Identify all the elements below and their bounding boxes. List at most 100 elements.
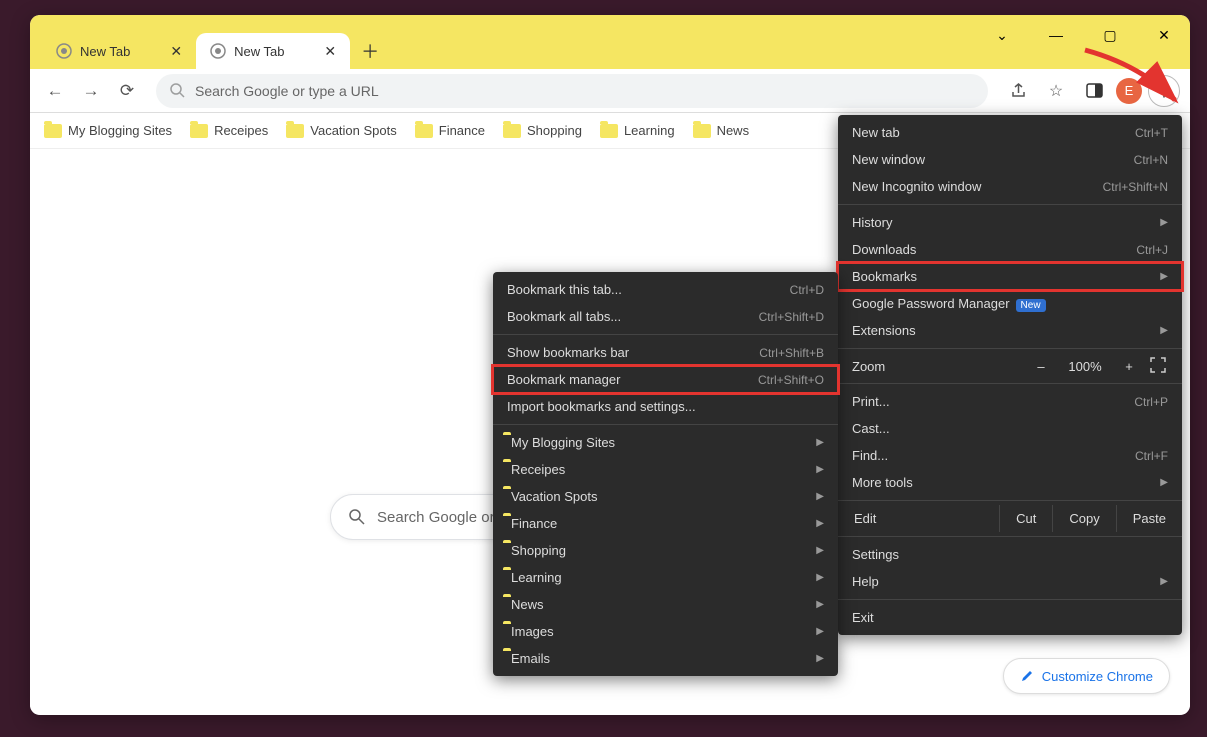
back-button[interactable]: ← xyxy=(40,76,70,106)
chevron-right-icon: ▶ xyxy=(816,653,824,664)
chevron-right-icon: ▶ xyxy=(1160,576,1168,587)
menu-item-help[interactable]: Help▶ xyxy=(838,568,1182,595)
chevron-right-icon: ▶ xyxy=(816,518,824,529)
search-icon xyxy=(170,83,185,98)
menu-item-downloads[interactable]: DownloadsCtrl+J xyxy=(838,236,1182,263)
chevron-right-icon: ▶ xyxy=(1160,217,1168,228)
submenu-item-bookmark-this-tab[interactable]: Bookmark this tab...Ctrl+D xyxy=(493,276,838,303)
submenu-folder[interactable]: Vacation Spots▶ xyxy=(493,483,838,510)
share-icon[interactable] xyxy=(1002,75,1034,107)
minimize-button[interactable]: — xyxy=(1036,21,1076,49)
search-placeholder: Search Google or ty xyxy=(377,509,510,526)
close-window-button[interactable]: ✕ xyxy=(1144,21,1184,49)
zoom-value: 100% xyxy=(1062,359,1108,374)
fullscreen-icon[interactable] xyxy=(1150,357,1168,375)
tab-0[interactable]: New Tab ✕ xyxy=(42,33,196,69)
paste-button[interactable]: Paste xyxy=(1117,505,1182,532)
bookmark-folder[interactable]: Vacation Spots xyxy=(286,123,396,138)
chevron-right-icon: ▶ xyxy=(816,545,824,556)
submenu-folder[interactable]: Emails▶ xyxy=(493,645,838,672)
toolbar: ← → ⟳ Search Google or type a URL ☆ E ⋮ xyxy=(30,69,1190,113)
menu-item-extensions[interactable]: Extensions▶ xyxy=(838,317,1182,344)
kebab-menu-icon[interactable]: ⋮ xyxy=(1148,75,1180,107)
menu-item-print[interactable]: Print...Ctrl+P xyxy=(838,388,1182,415)
menu-item-bookmarks[interactable]: Bookmarks▶ xyxy=(838,263,1182,290)
reload-button[interactable]: ⟳ xyxy=(112,76,142,106)
bookmark-folder[interactable]: News xyxy=(693,123,750,138)
search-icon xyxy=(349,509,365,525)
menu-item-find[interactable]: Find...Ctrl+F xyxy=(838,442,1182,469)
bookmarks-submenu: Bookmark this tab...Ctrl+D Bookmark all … xyxy=(493,272,838,676)
side-panel-icon[interactable] xyxy=(1078,75,1110,107)
submenu-folder[interactable]: Images▶ xyxy=(493,618,838,645)
submenu-folder[interactable]: Learning▶ xyxy=(493,564,838,591)
submenu-folder[interactable]: Receipes▶ xyxy=(493,456,838,483)
close-icon[interactable]: ✕ xyxy=(324,43,336,60)
bookmark-folder[interactable]: My Blogging Sites xyxy=(44,123,172,138)
menu-item-new-incognito[interactable]: New Incognito windowCtrl+Shift+N xyxy=(838,173,1182,200)
folder-icon xyxy=(415,124,433,138)
window-controls: ⌄ — ▢ ✕ xyxy=(982,21,1184,49)
customize-chrome-button[interactable]: Customize Chrome xyxy=(1003,658,1170,694)
menu-separator xyxy=(838,500,1182,501)
bookmark-folder[interactable]: Finance xyxy=(415,123,485,138)
menu-item-settings[interactable]: Settings xyxy=(838,541,1182,568)
chevron-right-icon: ▶ xyxy=(1160,325,1168,336)
submenu-folder[interactable]: News▶ xyxy=(493,591,838,618)
folder-icon xyxy=(503,124,521,138)
submenu-item-import-bookmarks[interactable]: Import bookmarks and settings... xyxy=(493,393,838,420)
submenu-item-show-bookmarks-bar[interactable]: Show bookmarks barCtrl+Shift+B xyxy=(493,339,838,366)
menu-item-zoom: Zoom – 100% + xyxy=(838,353,1182,379)
folder-icon xyxy=(600,124,618,138)
copy-button[interactable]: Copy xyxy=(1053,505,1115,532)
menu-item-history[interactable]: History▶ xyxy=(838,209,1182,236)
tab-title: New Tab xyxy=(80,44,130,59)
folder-icon xyxy=(286,124,304,138)
menu-item-more-tools[interactable]: More tools▶ xyxy=(838,469,1182,496)
bookmark-folder[interactable]: Shopping xyxy=(503,123,582,138)
chevron-right-icon: ▶ xyxy=(816,599,824,610)
chevron-right-icon: ▶ xyxy=(1160,477,1168,488)
menu-item-password-manager[interactable]: Google Password ManagerNew xyxy=(838,290,1182,317)
menu-separator xyxy=(838,536,1182,537)
menu-item-cast[interactable]: Cast... xyxy=(838,415,1182,442)
new-tab-button[interactable]: ＋ xyxy=(356,37,384,65)
pencil-icon xyxy=(1020,669,1034,683)
title-bar: New Tab ✕ New Tab ✕ ＋ ⌄ — ▢ ✕ xyxy=(30,15,1190,69)
zoom-in-button[interactable]: + xyxy=(1118,359,1140,374)
bookmark-star-icon[interactable]: ☆ xyxy=(1040,75,1072,107)
submenu-item-bookmark-all-tabs[interactable]: Bookmark all tabs...Ctrl+Shift+D xyxy=(493,303,838,330)
menu-item-new-tab[interactable]: New tabCtrl+T xyxy=(838,119,1182,146)
maximize-button[interactable]: ▢ xyxy=(1090,21,1130,49)
submenu-folder[interactable]: My Blogging Sites▶ xyxy=(493,429,838,456)
address-bar[interactable]: Search Google or type a URL xyxy=(156,74,988,108)
menu-separator xyxy=(838,204,1182,205)
omnibox-placeholder: Search Google or type a URL xyxy=(195,83,379,99)
main-menu: New tabCtrl+T New windowCtrl+N New Incog… xyxy=(838,115,1182,635)
chevron-right-icon: ▶ xyxy=(816,437,824,448)
zoom-out-button[interactable]: – xyxy=(1030,359,1052,374)
cut-button[interactable]: Cut xyxy=(1000,505,1052,532)
menu-item-new-window[interactable]: New windowCtrl+N xyxy=(838,146,1182,173)
chevron-right-icon: ▶ xyxy=(816,464,824,475)
chevron-down-icon[interactable]: ⌄ xyxy=(982,21,1022,49)
chrome-icon xyxy=(210,43,226,59)
folder-icon xyxy=(44,124,62,138)
menu-separator xyxy=(493,334,838,335)
bookmark-folder[interactable]: Learning xyxy=(600,123,675,138)
submenu-folder[interactable]: Finance▶ xyxy=(493,510,838,537)
profile-avatar[interactable]: E xyxy=(1116,78,1142,104)
edit-label: Edit xyxy=(838,505,999,532)
menu-separator xyxy=(838,348,1182,349)
chevron-right-icon: ▶ xyxy=(816,572,824,583)
chevron-right-icon: ▶ xyxy=(1160,271,1168,282)
close-icon[interactable]: ✕ xyxy=(170,43,182,60)
submenu-item-bookmark-manager[interactable]: Bookmark managerCtrl+Shift+O xyxy=(493,366,838,393)
bookmark-folder[interactable]: Receipes xyxy=(190,123,268,138)
chevron-right-icon: ▶ xyxy=(816,491,824,502)
chrome-icon xyxy=(56,43,72,59)
submenu-folder[interactable]: Shopping▶ xyxy=(493,537,838,564)
forward-button[interactable]: → xyxy=(76,76,106,106)
menu-item-exit[interactable]: Exit xyxy=(838,604,1182,631)
tab-1[interactable]: New Tab ✕ xyxy=(196,33,350,69)
